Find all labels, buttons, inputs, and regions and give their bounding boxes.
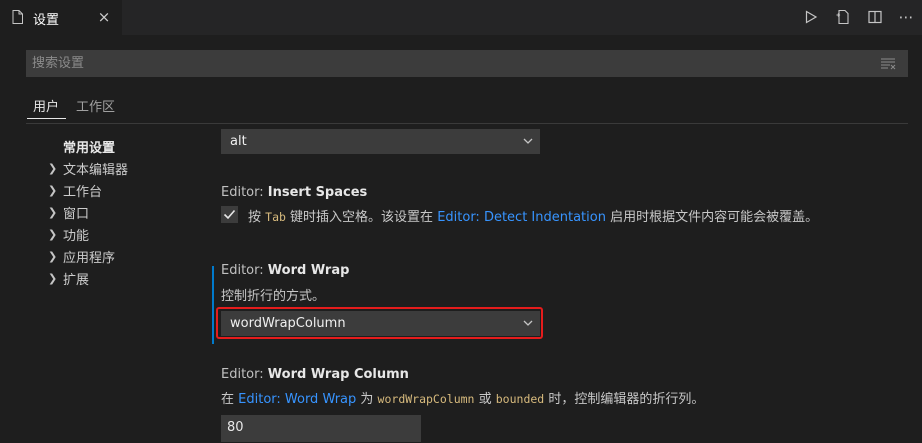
file-icon <box>12 10 23 24</box>
toc-item-window[interactable]: ❯ 窗口 <box>48 203 89 222</box>
toc-item-label: 窗口 <box>63 207 90 222</box>
active-tab-underline <box>27 118 66 119</box>
previous-setting-dropdown[interactable]: alt <box>221 129 540 154</box>
settings-tab[interactable]: 设置 × <box>0 0 122 35</box>
link-detect-indentation[interactable]: Editor: Detect Indentation <box>437 210 606 225</box>
input-value: 80 <box>227 420 244 435</box>
toc-item-label: 文本编辑器 <box>63 163 129 178</box>
toc-item-application[interactable]: ❯ 应用程序 <box>48 247 115 266</box>
toc-item-label: 扩展 <box>63 273 90 288</box>
toc-item-label: 功能 <box>63 229 90 244</box>
focused-setting-indicator <box>212 266 214 344</box>
split-editor-icon[interactable] <box>866 8 884 26</box>
play-icon[interactable] <box>802 8 820 26</box>
editor-tab-bar: 设置 × ⋯ <box>0 0 922 35</box>
setting-title-word-wrap: Editor: Word Wrap <box>221 263 350 278</box>
header-divider <box>26 123 908 124</box>
chevron-right-icon: ❯ <box>48 162 58 175</box>
dropdown-value: alt <box>230 134 247 149</box>
open-json-icon[interactable] <box>834 8 852 26</box>
insert-spaces-checkbox[interactable] <box>221 206 238 223</box>
chevron-down-icon <box>523 138 533 144</box>
toc-item-text-editor[interactable]: ❯ 文本编辑器 <box>48 159 128 178</box>
search-input[interactable] <box>32 50 832 77</box>
setting-title-word-wrap-column: Editor: Word Wrap Column <box>221 367 409 382</box>
toc-item-label: 应用程序 <box>63 251 116 266</box>
word-wrap-column-input[interactable]: 80 <box>221 415 421 442</box>
highlight-outline <box>216 307 543 339</box>
toc-item-features[interactable]: ❯ 功能 <box>48 225 89 244</box>
clear-filter-icon[interactable] <box>880 57 896 70</box>
setting-title-insert-spaces: Editor: Insert Spaces <box>221 185 368 200</box>
checkmark-icon <box>223 209 236 220</box>
setting-desc-insert-spaces: 按 Tab 键时插入空格。该设置在 Editor: Detect Indenta… <box>248 210 819 225</box>
chevron-right-icon: ❯ <box>48 206 58 219</box>
settings-search <box>26 50 908 77</box>
tab-user[interactable]: 用户 <box>33 96 59 115</box>
toc-item-label: 工作台 <box>63 185 103 200</box>
toc-item-extensions[interactable]: ❯ 扩展 <box>48 269 89 288</box>
toc-item-workbench[interactable]: ❯ 工作台 <box>48 181 102 200</box>
tab-workspace[interactable]: 工作区 <box>76 96 115 115</box>
link-word-wrap[interactable]: Editor: Word Wrap <box>238 392 356 407</box>
setting-desc-word-wrap: 控制折行的方式。 <box>221 289 326 304</box>
chevron-right-icon: ❯ <box>48 228 58 241</box>
chevron-right-icon: ❯ <box>48 184 58 197</box>
close-icon[interactable]: × <box>95 8 113 26</box>
chevron-right-icon: ❯ <box>48 250 58 263</box>
chevron-right-icon: ❯ <box>48 272 58 285</box>
toc-item-common[interactable]: 常用设置 <box>63 137 115 156</box>
tab-title: 设置 <box>33 13 60 28</box>
setting-desc-word-wrap-column: 在 Editor: Word Wrap 为 wordWrapColumn 或 b… <box>221 392 705 407</box>
more-icon[interactable]: ⋯ <box>897 8 915 26</box>
